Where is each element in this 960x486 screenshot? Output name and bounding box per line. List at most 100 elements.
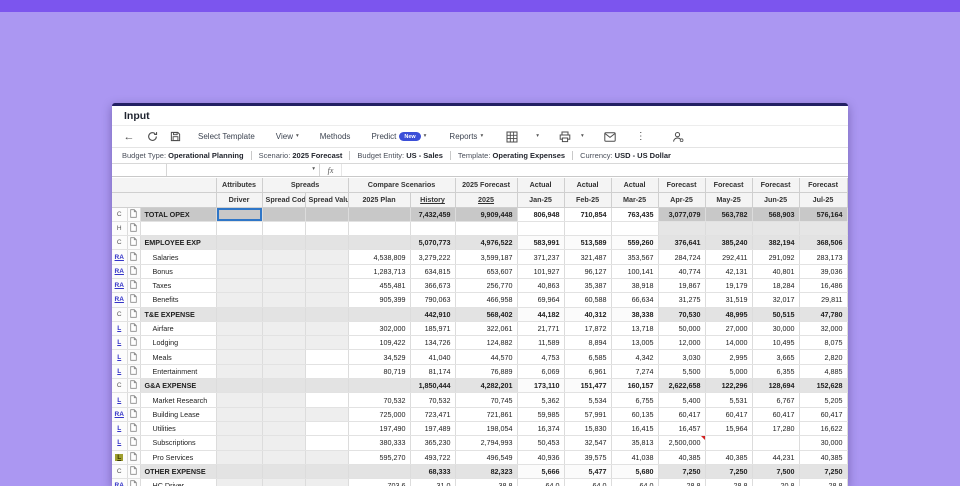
- grid-cell[interactable]: 20.8: [752, 479, 799, 486]
- sheet-document-icon[interactable]: [127, 264, 140, 278]
- grid-cell[interactable]: 152,628: [799, 379, 847, 393]
- grid-cell[interactable]: 16,622: [799, 421, 847, 435]
- grid-cell[interactable]: 40,385: [799, 450, 847, 464]
- formula-input[interactable]: [342, 164, 848, 176]
- grid-cell[interactable]: 27,000: [705, 321, 752, 335]
- grid-cell[interactable]: [348, 207, 410, 221]
- grid-cell[interactable]: 2,622,658: [658, 379, 705, 393]
- grid-cell[interactable]: 6,355: [752, 364, 799, 378]
- grid-cell[interactable]: [517, 221, 564, 235]
- grid-cell[interactable]: 32,547: [564, 436, 611, 450]
- grid-cell[interactable]: [305, 450, 348, 464]
- select-template-button[interactable]: Select Template: [195, 132, 258, 141]
- sheet-document-icon[interactable]: [127, 464, 140, 478]
- grid-cell[interactable]: [564, 221, 611, 235]
- row-code-link[interactable]: L: [115, 368, 123, 375]
- grid-cell[interactable]: 16,415: [611, 421, 658, 435]
- grid-cell[interactable]: 50,000: [658, 321, 705, 335]
- grid-cell[interactable]: [216, 221, 262, 235]
- row-code-link[interactable]: L: [115, 425, 123, 432]
- row-code-link[interactable]: RA: [113, 296, 126, 303]
- grid-cell[interactable]: 17,280: [752, 421, 799, 435]
- grid-cell[interactable]: 382,194: [752, 236, 799, 250]
- printer-icon[interactable]: [558, 130, 572, 144]
- grid-cell[interactable]: 134,726: [410, 336, 455, 350]
- row-label[interactable]: Pro Services: [140, 450, 216, 464]
- grid-cell[interactable]: [262, 221, 305, 235]
- grid-cell[interactable]: [262, 307, 305, 321]
- grid-cell[interactable]: [305, 221, 348, 235]
- grid-cell[interactable]: [305, 479, 348, 486]
- row-label[interactable]: [140, 221, 216, 235]
- grid-cell[interactable]: 3,030: [658, 350, 705, 364]
- grid-cell[interactable]: 30,000: [752, 321, 799, 335]
- grid-cell[interactable]: 10,495: [752, 336, 799, 350]
- grid-cell[interactable]: 3,279,222: [410, 250, 455, 264]
- row-label[interactable]: Utilities: [140, 421, 216, 435]
- sheet-document-icon[interactable]: [127, 336, 140, 350]
- grid-cell[interactable]: 197,490: [348, 421, 410, 435]
- grid-cell[interactable]: 16,486: [799, 278, 847, 292]
- row-label[interactable]: Lodging: [140, 336, 216, 350]
- grid-cell[interactable]: 32,000: [799, 321, 847, 335]
- grid-cell[interactable]: [216, 264, 262, 278]
- chevron-down-icon[interactable]: ▾: [581, 134, 584, 140]
- grid-cell[interactable]: 284,724: [658, 250, 705, 264]
- grid-cell[interactable]: [348, 307, 410, 321]
- grid-cell[interactable]: 905,399: [348, 293, 410, 307]
- grid-cell[interactable]: [305, 393, 348, 407]
- grid-cell[interactable]: 100,141: [611, 264, 658, 278]
- grid-cell[interactable]: 15,964: [705, 421, 752, 435]
- grid-cell[interactable]: 35,813: [611, 436, 658, 450]
- grid-cell[interactable]: [262, 236, 305, 250]
- grid-cell[interactable]: [752, 436, 799, 450]
- grid-cell[interactable]: 64.0: [564, 479, 611, 486]
- selected-cell[interactable]: [216, 207, 262, 221]
- grid-cell[interactable]: [262, 421, 305, 435]
- grid-cell[interactable]: 321,487: [564, 250, 611, 264]
- grid-cell[interactable]: 3,077,079: [658, 207, 705, 221]
- grid-cell[interactable]: [262, 250, 305, 264]
- grid-cell[interactable]: 634,815: [410, 264, 455, 278]
- grid-cell[interactable]: 725,000: [348, 407, 410, 421]
- grid-cell[interactable]: 28.8: [705, 479, 752, 486]
- grid-cell[interactable]: [305, 336, 348, 350]
- grid-cell[interactable]: 109,422: [348, 336, 410, 350]
- grid-cell[interactable]: 5,531: [705, 393, 752, 407]
- grid-cell[interactable]: 368,506: [799, 236, 847, 250]
- grid-cell[interactable]: 28.8: [658, 479, 705, 486]
- row-label[interactable]: Benefits: [140, 293, 216, 307]
- grid-cell[interactable]: 60,135: [611, 407, 658, 421]
- grid-cell[interactable]: [262, 464, 305, 478]
- grid-cell[interactable]: 6,755: [611, 393, 658, 407]
- grid-cell[interactable]: 653,607: [455, 264, 517, 278]
- grid-cell[interactable]: 583,991: [517, 236, 564, 250]
- grid-cell[interactable]: [262, 293, 305, 307]
- reports-button[interactable]: Reports ▾: [446, 132, 486, 141]
- row-label[interactable]: Meals: [140, 350, 216, 364]
- row-code-link[interactable]: L: [115, 339, 123, 346]
- grid-cell[interactable]: 283,173: [799, 250, 847, 264]
- row-label[interactable]: Salaries: [140, 250, 216, 264]
- grid-cell[interactable]: 81,174: [410, 364, 455, 378]
- kebab-menu-icon[interactable]: ⋮: [634, 130, 648, 144]
- grid-cell[interactable]: 29,811: [799, 293, 847, 307]
- grid-cell[interactable]: 5,680: [611, 464, 658, 478]
- row-code-link[interactable]: L: [115, 454, 123, 461]
- grid-cell[interactable]: [305, 236, 348, 250]
- row-label[interactable]: Subscriptions: [140, 436, 216, 450]
- grid-cell[interactable]: 5,000: [705, 364, 752, 378]
- grid-cell[interactable]: 5,362: [517, 393, 564, 407]
- save-icon[interactable]: [168, 130, 182, 144]
- grid-cell[interactable]: 4,538,809: [348, 250, 410, 264]
- grid-cell[interactable]: 8,075: [799, 336, 847, 350]
- grid-cell[interactable]: [305, 350, 348, 364]
- row-label[interactable]: Airfare: [140, 321, 216, 335]
- grid-cell[interactable]: 721,861: [455, 407, 517, 421]
- grid-cell[interactable]: [216, 278, 262, 292]
- grid-cell[interactable]: [216, 307, 262, 321]
- grid-cell[interactable]: 16,457: [658, 421, 705, 435]
- grid-cell[interactable]: [705, 221, 752, 235]
- grid-cell[interactable]: 5,400: [658, 393, 705, 407]
- grid-cell[interactable]: [348, 236, 410, 250]
